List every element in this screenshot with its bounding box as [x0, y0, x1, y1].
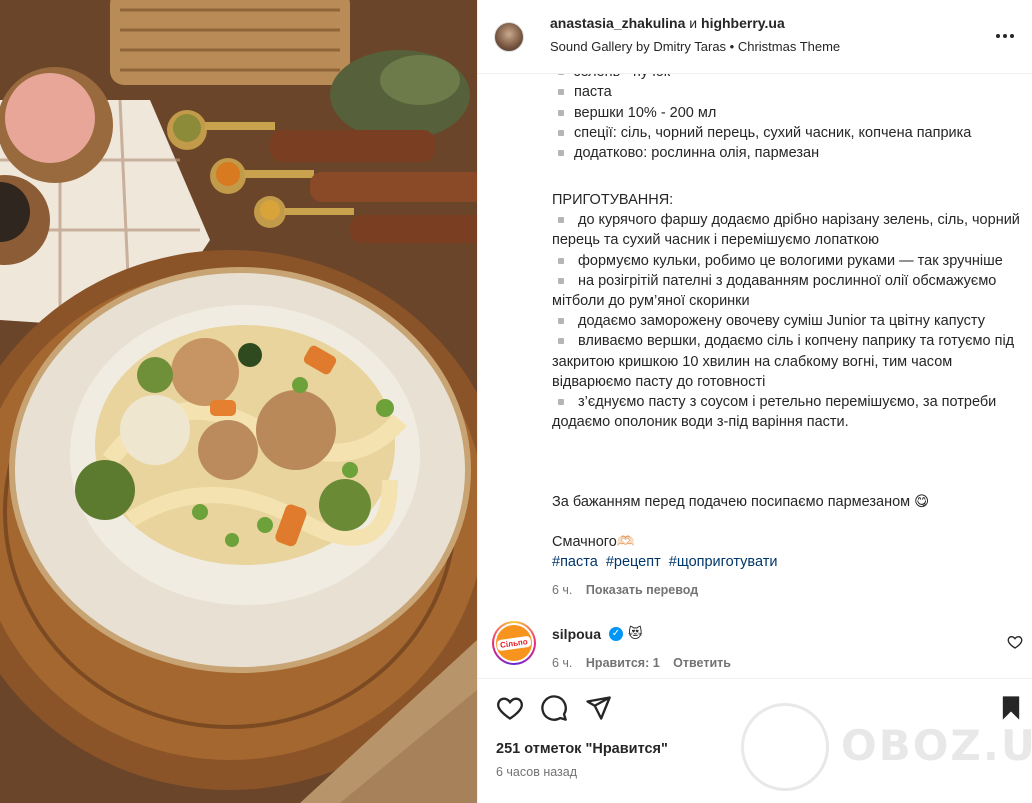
comment-likes[interactable]: Нравится: 1 [586, 656, 660, 670]
collab-conjunction: и [689, 15, 698, 31]
share-icon[interactable] [584, 694, 612, 722]
post-timestamp[interactable]: 6 часов назад [496, 765, 577, 779]
serving-tip: За бажанням перед подачею посипаємо парм… [552, 494, 930, 510]
silpo-logo: Сільпо [496, 635, 532, 651]
reply-button[interactable]: Ответить [673, 656, 731, 670]
author-username[interactable]: anastasia_zhakulina [550, 15, 685, 31]
watermark-text: OBOZ.UA [841, 721, 1032, 770]
commenter-username[interactable]: silpoua [552, 626, 601, 642]
caption-meta: 6 ч. Показать перевод [552, 583, 698, 597]
audio-track-link[interactable]: Sound Gallery by Dmitry Taras • Christma… [550, 39, 840, 54]
list-item: вершки 10% - 200 мл [552, 103, 1022, 123]
bon-appetit: Смачного🫶🏻 [552, 534, 635, 550]
post-header: anastasia_zhakulina и highberry.ua Sound… [478, 0, 1032, 74]
hashtag-link[interactable]: #паста [552, 554, 598, 570]
post-panel: anastasia_zhakulina и highberry.ua Sound… [477, 0, 1032, 803]
food-illustration [0, 0, 477, 803]
comment-age: 6 ч. [552, 656, 573, 670]
hashtag-link[interactable]: #рецепт [606, 554, 661, 570]
more-options-icon[interactable] [993, 24, 1017, 48]
author-names: anastasia_zhakulina и highberry.ua [550, 15, 785, 31]
step-item: додаємо заморожену овочеву суміш Junior … [552, 311, 1022, 331]
step-item: з’єднуємо пасту з соусом і ретельно пере… [552, 392, 1022, 432]
comment-text: 😻 [628, 625, 643, 641]
list-item: додатково: рослинна олія, пармезан [552, 143, 1022, 163]
hashtag-row: #паста #рецепт #щоприготувати [552, 554, 781, 570]
step-item: вливаємо вершки, додаємо сіль і копчену … [552, 331, 1022, 392]
author-avatar[interactable] [494, 22, 524, 52]
step-item: формуємо кульки, робимо це вологими рука… [552, 251, 1022, 271]
heart-icon[interactable] [496, 694, 524, 722]
step-item: до курячого фаршу додаємо дрібно нарізан… [552, 210, 1022, 250]
list-item: зелень - пучок [552, 74, 1022, 82]
step-item: на розігрітій пателні з додаванням росли… [552, 271, 1022, 311]
hashtag-link[interactable]: #щоприготувати [669, 554, 778, 570]
preparation-title: ПРИГОТУВАННЯ: [552, 192, 674, 208]
verified-badge-icon: ✓ [609, 627, 623, 641]
caption-age: 6 ч. [552, 583, 573, 597]
commenter-avatar[interactable]: Сільпо [492, 621, 536, 665]
likes-count[interactable]: 251 отметок "Нравится" [496, 741, 668, 757]
oboz-watermark: OBOZ.UA [741, 701, 1032, 795]
comment-meta: 6 ч. Нравится: 1 Ответить [552, 656, 731, 670]
show-translation-button[interactable]: Показать перевод [586, 583, 698, 597]
post-actions-bar: OBOZ.UA 251 отметок "Нравится" 6 часов н… [478, 678, 1032, 803]
bookmark-icon[interactable] [997, 694, 1025, 722]
comment-like-heart-icon[interactable] [1007, 634, 1023, 650]
post-photo[interactable] [0, 0, 477, 803]
list-item: паста [552, 82, 1022, 102]
preparation-section: ПРИГОТУВАННЯ: до курячого фаршу додаємо … [552, 190, 1022, 432]
collab-username[interactable]: highberry.ua [701, 15, 785, 31]
caption-scroll-area[interactable]: зелень - пучок паста вершки 10% - 200 мл… [478, 74, 1032, 678]
ingredients-list: зелень - пучок паста вершки 10% - 200 мл… [552, 74, 1022, 163]
comment-icon[interactable] [540, 694, 568, 722]
list-item: спеції: сіль, чорний перець, сухий часни… [552, 123, 1022, 143]
